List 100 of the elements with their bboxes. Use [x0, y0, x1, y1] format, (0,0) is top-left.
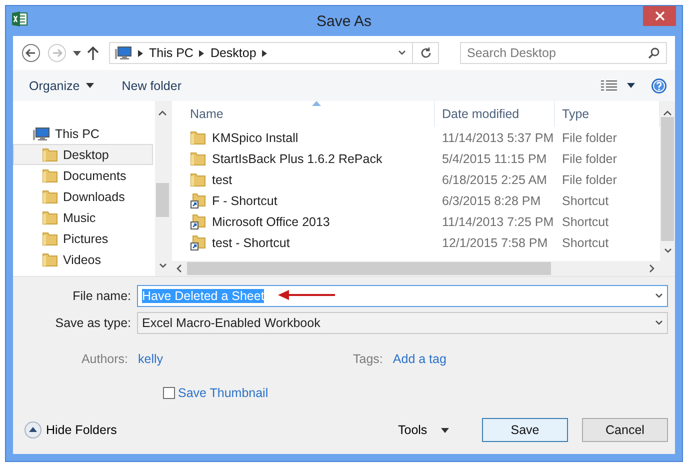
scrollbar-thumb[interactable]: [187, 262, 551, 275]
file-name-label: File name:: [72, 289, 132, 303]
nav-item[interactable]: Pictures: [13, 228, 153, 249]
folder-icon: [190, 130, 206, 144]
nav-item[interactable]: This PC: [13, 123, 153, 144]
nav-label: Videos: [63, 252, 101, 266]
folder-icon: [42, 210, 58, 224]
vertical-scrollbar[interactable]: [660, 101, 675, 261]
window-title: Save As: [315, 12, 373, 30]
scroll-down-icon: [664, 248, 672, 254]
shortcut-icon: [190, 214, 206, 230]
nav-item[interactable]: Music: [13, 207, 153, 228]
nav-item[interactable]: Documents: [13, 165, 153, 186]
column-header[interactable]: Name: [173, 101, 435, 127]
folder-icon: [42, 168, 58, 182]
file-type: File folder: [561, 152, 618, 166]
file-row[interactable]: Microsoft Office 2013 11/14/2013 7:25 PM Shortcut: [173, 211, 660, 232]
save-as-type-label: Save as type:: [54, 316, 132, 330]
file-name: test: [212, 172, 232, 186]
nav-label: Desktop: [63, 148, 109, 162]
help-icon[interactable]: [651, 78, 667, 94]
file-type: Shortcut: [561, 236, 610, 250]
dropdown-chevron-icon: [655, 320, 663, 326]
nav-label: Pictures: [63, 232, 108, 246]
computer-icon: [114, 46, 132, 60]
folder-icon: [42, 252, 58, 266]
back-button[interactable]: [21, 43, 41, 63]
refresh-icon: [420, 47, 432, 59]
date-modified: 6/3/2015 8:28 PM: [441, 194, 542, 208]
nav-item[interactable]: Videos: [13, 249, 153, 270]
nav-item[interactable]: Desktop: [13, 144, 153, 165]
close-icon: [654, 11, 664, 21]
column-header[interactable]: Date modified: [435, 101, 555, 127]
file-name: F - Shortcut: [212, 194, 278, 208]
date-modified: 6/18/2015 2:25 AM: [441, 172, 548, 186]
nav-label: This PC: [55, 126, 100, 140]
organize-menu[interactable]: Organize: [29, 78, 94, 92]
pointer-arrow: [278, 289, 336, 301]
file-name: Microsoft Office 2013: [212, 214, 330, 228]
details-view-icon: [601, 80, 617, 92]
nav-label: Music: [63, 210, 96, 224]
scroll-down-icon: [158, 263, 166, 269]
chevron-right-icon: [138, 50, 143, 56]
checkbox[interactable]: [163, 387, 175, 399]
scroll-up-icon: [663, 110, 672, 116]
new-folder-button[interactable]: New folder: [122, 78, 182, 92]
scrollbar-thumb[interactable]: [661, 117, 674, 241]
address-bar[interactable]: This PC Desktop: [109, 42, 439, 64]
nav-label: Documents: [63, 168, 126, 182]
nav-label: Downloads: [63, 190, 125, 204]
file-row[interactable]: F - Shortcut 6/3/2015 8:28 PM Shortcut: [173, 190, 660, 211]
file-name: test - Shortcut: [212, 236, 290, 250]
shortcut-icon: [190, 192, 206, 208]
folder-icon: [190, 152, 206, 166]
view-options-button[interactable]: [601, 80, 635, 92]
authors-link[interactable]: kelly: [138, 352, 164, 366]
file-type: File folder: [561, 130, 618, 144]
horizontal-scrollbar[interactable]: [172, 261, 675, 276]
file-row[interactable]: test - Shortcut 12/1/2015 7:58 PM Shortcut: [173, 232, 660, 253]
tags-label: Tags:: [353, 352, 383, 366]
checkbox-label[interactable]: Save Thumbnail: [178, 386, 268, 400]
file-name: StartIsBack Plus 1.6.2 RePack: [212, 152, 382, 166]
dropdown-chevron-icon: [655, 293, 663, 299]
search-icon: [648, 47, 660, 59]
date-modified: 12/1/2015 7:58 PM: [441, 236, 549, 250]
recent-locations-button[interactable]: [73, 50, 81, 56]
shortcut-icon: [190, 234, 206, 250]
scroll-right-icon: [649, 264, 655, 273]
tools-menu[interactable]: Tools: [398, 423, 468, 437]
save-as-type-dropdown[interactable]: Excel Macro-Enabled Workbook: [137, 312, 668, 334]
close-button[interactable]: [643, 6, 676, 26]
hide-folders-button[interactable]: Hide Folders: [24, 421, 117, 439]
scrollbar-thumb[interactable]: [156, 183, 169, 217]
scroll-left-icon: [176, 264, 182, 273]
date-modified: 5/4/2015 11:15 PM: [441, 152, 548, 166]
folder-icon: [42, 190, 58, 204]
file-row[interactable]: test 6/18/2015 2:25 AM File folder: [173, 169, 660, 190]
breadcrumb[interactable]: Desktop: [210, 46, 256, 60]
save-button[interactable]: Save: [482, 418, 568, 442]
add-tag-link[interactable]: Add a tag: [392, 352, 446, 366]
dropdown-arrow-icon: [627, 83, 635, 88]
dropdown-arrow-icon: [441, 428, 450, 432]
cancel-button[interactable]: Cancel: [582, 418, 668, 442]
folder-icon: [190, 172, 206, 186]
excel-icon: [12, 11, 28, 27]
file-row[interactable]: KMSpico Install 11/14/2013 5:37 PM File folder: [173, 127, 660, 148]
sort-arrow-icon: [312, 101, 320, 106]
scroll-up-icon: [158, 110, 167, 116]
computer-icon: [32, 126, 50, 140]
file-row[interactable]: StartIsBack Plus 1.6.2 RePack 5/4/2015 11:15 PM File folder: [173, 148, 660, 169]
date-modified: 11/14/2013 5:37 PM: [441, 130, 555, 144]
vertical-scrollbar[interactable]: [155, 101, 170, 276]
nav-item[interactable]: Downloads: [13, 186, 153, 207]
up-button[interactable]: [87, 46, 99, 60]
folder-icon: [42, 148, 58, 162]
breadcrumb[interactable]: This PC: [149, 46, 194, 60]
date-modified: 11/14/2013 7:25 PM: [441, 214, 555, 228]
file-type: Shortcut: [561, 194, 610, 208]
search-field[interactable]: Search Desktop: [460, 42, 667, 64]
dropdown-arrow-icon: [86, 83, 94, 88]
